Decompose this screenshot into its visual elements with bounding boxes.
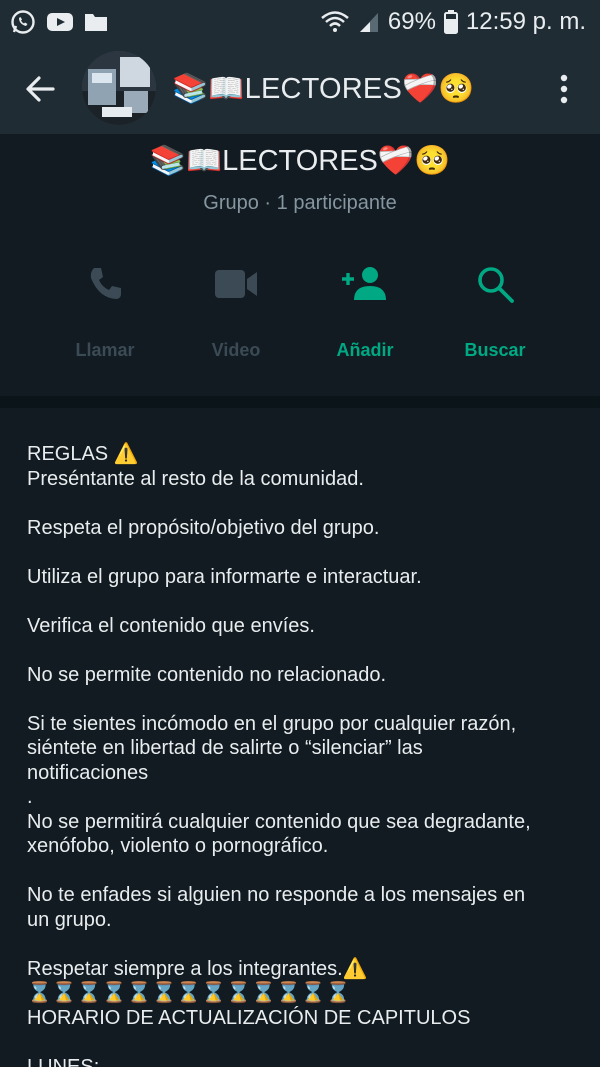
description-line: un grupo.: [27, 908, 112, 931]
battery-icon: [443, 10, 458, 34]
description-line: HORARIO DE ACTUALIZACIÓN DE CAPITULOS: [27, 1006, 471, 1029]
description-line: Si te sientes incómodo en el grupo por c…: [27, 712, 517, 735]
status-bar: 69% 12:59 p. m.: [0, 0, 600, 44]
action-row: Llamar Video Añadir Buscar: [0, 260, 600, 360]
whatsapp-notification-icon: [10, 9, 36, 35]
more-vertical-icon: [560, 74, 568, 104]
add-person-icon: [342, 267, 386, 300]
description-blank-line: [27, 491, 572, 516]
description-blank-line: [27, 687, 572, 712]
section-divider: [0, 396, 600, 408]
description-line: No te enfades si alguien no responde a l…: [27, 884, 526, 906]
description-line: xenófobo, violento o pornográfico.: [27, 835, 329, 857]
add-label: Añadir: [336, 340, 394, 360]
description-line: REGLAS ⚠️: [27, 443, 139, 465]
app-bar: 📚📖LECTORES❤️‍🩹🥺: [0, 44, 600, 134]
group-description: REGLAS ⚠️ Preséntante al resto de la com…: [0, 408, 600, 1067]
description-line: .: [27, 786, 33, 808]
hourglass-row: ⌛⌛⌛⌛⌛⌛⌛⌛⌛⌛⌛⌛⌛: [27, 982, 351, 1004]
description-blank-line: [27, 1030, 572, 1055]
search-icon: [478, 267, 514, 303]
app-bar-title[interactable]: 📚📖LECTORES❤️‍🩹🥺: [172, 72, 475, 106]
group-avatar[interactable]: [82, 51, 156, 125]
signal-icon: [358, 10, 380, 34]
group-photo-icon: [82, 51, 156, 125]
description-line: siéntete en libertad de salirte o “silen…: [27, 737, 423, 759]
call-label: Llamar: [75, 340, 135, 360]
phone-icon: [90, 268, 121, 299]
description-line: Respeta el propósito/objetivo del grupo.: [27, 516, 380, 539]
add-participant-button[interactable]: Añadir: [305, 260, 425, 360]
group-name: 📚📖LECTORES❤️‍🩹🥺: [149, 145, 451, 177]
description-line: Verifica el contenido que envíes.: [27, 614, 315, 637]
description-blank-line: [27, 859, 572, 884]
video-button[interactable]: Video: [176, 260, 296, 360]
description-line: Preséntante al resto de la comunidad.: [27, 467, 364, 490]
description-blank-line: [27, 540, 572, 565]
search-label: Buscar: [464, 340, 526, 360]
search-button[interactable]: Buscar: [435, 260, 555, 360]
description-line: No se permite contenido no relacionado.: [27, 663, 387, 686]
description-line: notificaciones: [27, 761, 149, 784]
group-participants: Grupo · 1 participante: [203, 192, 397, 214]
battery-percentage: 69%: [387, 8, 436, 35]
description-blank-line: [27, 589, 572, 614]
description-blank-line: [27, 932, 572, 957]
clock: 12:59 p. m.: [465, 8, 586, 35]
video-icon: [215, 270, 257, 298]
overflow-menu-button[interactable]: [548, 69, 580, 109]
call-button[interactable]: Llamar: [45, 260, 165, 360]
video-label: Video: [211, 340, 261, 360]
youtube-notification-icon: [46, 11, 74, 33]
back-button[interactable]: [20, 69, 60, 109]
description-line: Respetar siempre a los integrantes.⚠️: [27, 957, 368, 980]
folder-notification-icon: [84, 11, 108, 33]
arrow-back-icon: [26, 76, 55, 102]
wifi-icon: [320, 10, 350, 34]
group-info-header: 📚📖LECTORES❤️‍🩹🥺 Grupo · 1 participante L…: [0, 134, 600, 396]
description-line: LUNES:: [27, 1055, 100, 1067]
description-line: No se permitirá cualquier contenido que …: [27, 810, 531, 833]
description-blank-line: [27, 638, 572, 663]
description-line: Utiliza el grupo para informarte e inter…: [27, 565, 422, 588]
